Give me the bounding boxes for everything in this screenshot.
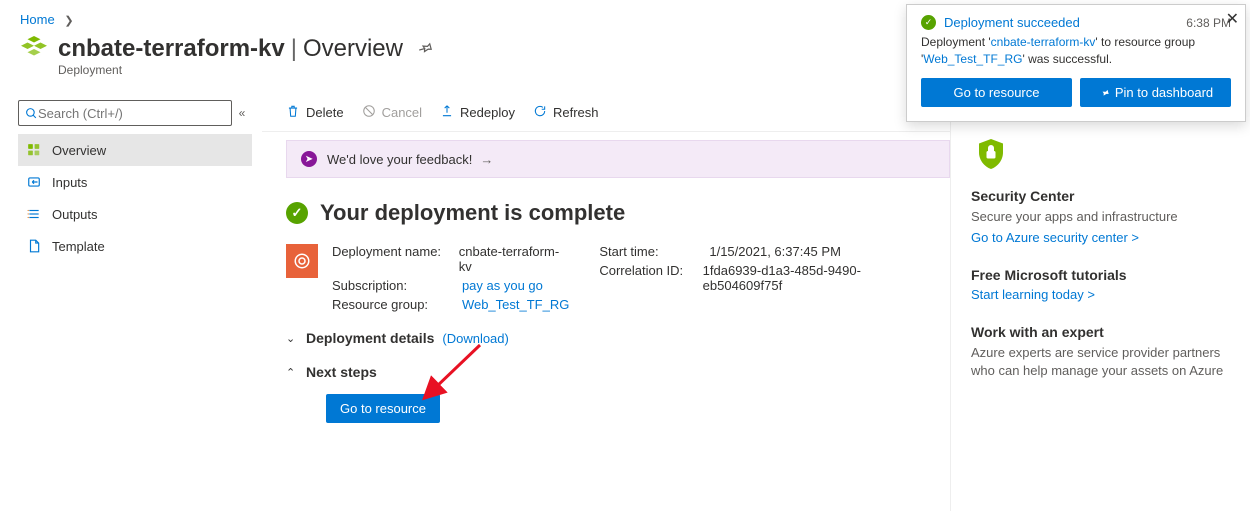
download-link[interactable]: (Download) bbox=[442, 331, 508, 346]
refresh-button[interactable]: Refresh bbox=[533, 104, 599, 121]
deployment-name-value: cnbate-terraform-kv bbox=[459, 244, 570, 274]
complete-status: ✓ Your deployment is complete bbox=[286, 200, 926, 226]
subscription-label: Subscription: bbox=[332, 278, 462, 293]
sidebar-item-outputs[interactable]: Outputs bbox=[18, 198, 252, 230]
chevron-right-icon: ❯ bbox=[64, 15, 73, 27]
resource-group-label: Resource group: bbox=[332, 297, 462, 312]
search-field[interactable] bbox=[38, 106, 225, 121]
arrow-right-icon: → bbox=[480, 152, 493, 167]
delete-icon bbox=[286, 104, 300, 121]
sidebar-item-template[interactable]: Template bbox=[18, 230, 252, 262]
notification-toast: ✕ ✓ Deployment succeeded 6:38 PM Deploym… bbox=[906, 4, 1246, 122]
tutorials-link[interactable]: Start learning today > bbox=[971, 287, 1095, 302]
start-time-value: 1/15/2021, 6:37:45 PM bbox=[709, 244, 841, 259]
refresh-icon bbox=[533, 104, 547, 121]
toast-resourcegroup-link[interactable]: Web_Test_TF_RG bbox=[923, 52, 1022, 66]
collapse-sidebar-icon[interactable]: « bbox=[232, 106, 252, 120]
resource-group-link[interactable]: Web_Test_TF_RG bbox=[462, 297, 569, 312]
toast-time: 6:38 PM bbox=[1186, 16, 1231, 30]
chevron-down-icon: ⌄ bbox=[286, 332, 306, 345]
toast-pin-dashboard-button[interactable]: Pin to dashboard bbox=[1080, 78, 1231, 107]
go-to-resource-button[interactable]: Go to resource bbox=[326, 394, 440, 423]
feedback-bar[interactable]: ➤ We'd love your feedback! → bbox=[286, 140, 950, 178]
toast-title[interactable]: Deployment succeeded bbox=[944, 15, 1186, 30]
next-steps-expander[interactable]: ⌃ Next steps bbox=[286, 364, 926, 380]
chevron-up-icon: ⌃ bbox=[286, 366, 306, 379]
outputs-icon bbox=[26, 206, 42, 222]
complete-title: Your deployment is complete bbox=[320, 200, 625, 226]
sidebar-item-label: Inputs bbox=[52, 175, 87, 190]
sidebar-item-label: Outputs bbox=[52, 207, 98, 222]
subscription-link[interactable]: pay as you go bbox=[462, 278, 543, 293]
breadcrumb-home[interactable]: Home bbox=[20, 12, 55, 27]
sidebar: « Overview Inputs Outputs Template bbox=[0, 94, 262, 511]
expert-desc: Azure experts are service provider partn… bbox=[971, 344, 1234, 380]
check-circle-icon: ✓ bbox=[921, 15, 936, 30]
tutorials-title: Free Microsoft tutorials bbox=[971, 267, 1234, 283]
template-icon bbox=[26, 238, 42, 254]
sidebar-item-label: Overview bbox=[52, 143, 106, 158]
feedback-text: We'd love your feedback! bbox=[327, 152, 472, 167]
check-circle-icon: ✓ bbox=[286, 202, 308, 224]
search-input[interactable] bbox=[18, 100, 232, 126]
cancel-button: Cancel bbox=[362, 104, 422, 121]
security-title: Security Center bbox=[971, 188, 1234, 204]
correlation-id-value: 1fda6939-d1a3-485d-9490-eb504609f75f bbox=[703, 263, 926, 293]
feedback-icon: ➤ bbox=[301, 151, 317, 167]
sidebar-item-inputs[interactable]: Inputs bbox=[18, 166, 252, 198]
security-desc: Secure your apps and infrastructure bbox=[971, 208, 1234, 226]
cancel-icon bbox=[362, 104, 376, 121]
security-link[interactable]: Go to Azure security center > bbox=[971, 230, 1139, 245]
sidebar-item-label: Template bbox=[52, 239, 105, 254]
correlation-id-label: Correlation ID: bbox=[599, 263, 702, 293]
pin-icon[interactable] bbox=[417, 40, 433, 59]
toast-deployment-link[interactable]: cnbate-terraform-kv bbox=[991, 35, 1096, 49]
toolbar: Delete Cancel Redeploy Refresh bbox=[262, 94, 950, 132]
delete-button[interactable]: Delete bbox=[286, 104, 344, 121]
close-icon[interactable]: ✕ bbox=[1226, 9, 1239, 29]
toast-body: Deployment 'cnbate-terraform-kv' to reso… bbox=[921, 34, 1231, 68]
toast-go-to-resource-button[interactable]: Go to resource bbox=[921, 78, 1072, 107]
overview-icon bbox=[26, 142, 42, 158]
redeploy-icon bbox=[440, 104, 454, 121]
deployment-type-icon bbox=[286, 244, 318, 278]
expert-title: Work with an expert bbox=[971, 324, 1234, 340]
shield-icon bbox=[971, 134, 1011, 174]
deployment-details-expander[interactable]: ⌄ Deployment details (Download) bbox=[286, 330, 926, 346]
deployment-name-label: Deployment name: bbox=[332, 244, 459, 274]
right-pane: Security Center Secure your apps and inf… bbox=[950, 94, 1250, 511]
redeploy-button[interactable]: Redeploy bbox=[440, 104, 515, 121]
page-title: cnbate-terraform-kv|Overview bbox=[58, 35, 403, 63]
inputs-icon bbox=[26, 174, 42, 190]
start-time-label: Start time: bbox=[599, 244, 709, 259]
sidebar-item-overview[interactable]: Overview bbox=[18, 134, 252, 166]
resource-icon bbox=[20, 35, 48, 63]
